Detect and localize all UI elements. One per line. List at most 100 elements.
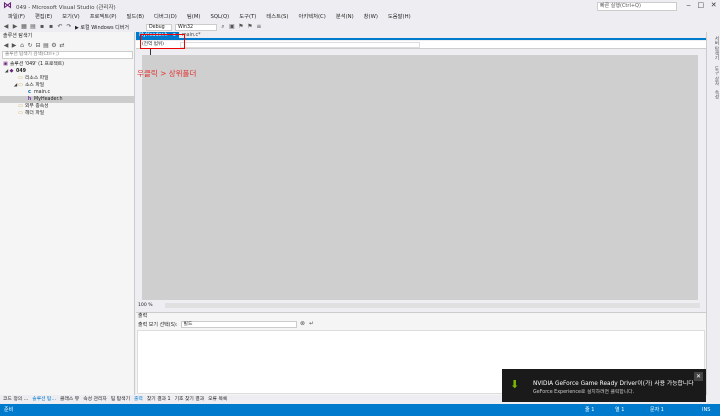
solution-explorer-panel: 솔루션 탐색기 ◀ ▶ ⌂ ↻ ⊟ ▤ ⚙ ⇄ 솔루션 탐색기 검색(Ctrl+… xyxy=(0,32,135,395)
right-tool-tabs: 서버 탐색기 도구 상자 속성 xyxy=(706,32,720,395)
menu-test[interactable]: 테스트(S) xyxy=(261,13,293,22)
folder-icon: ▭ xyxy=(18,82,23,88)
notification-title: NVIDIA GeForce Game Ready Driver이(가) 사용 … xyxy=(533,381,694,387)
forward-icon[interactable]: ▶ xyxy=(12,24,18,30)
horizontal-scrollbar[interactable] xyxy=(165,303,700,308)
configuration-select[interactable]: Debug xyxy=(145,23,172,31)
tab-find-symbol-results[interactable]: 기호 찾기 결과 xyxy=(175,396,205,404)
notification-close-button[interactable]: ✕ xyxy=(694,372,703,381)
menu-sql[interactable]: SQL(Q) xyxy=(205,13,234,22)
folder-icon: ▭ xyxy=(18,103,23,109)
properties-icon[interactable]: ⚙ xyxy=(51,42,57,49)
tool-icon[interactable]: ▣ xyxy=(229,24,235,30)
redo-icon[interactable]: ↷ xyxy=(66,24,72,30)
tree-item-source-files[interactable]: ◢ ▭ 소스 파일 xyxy=(0,82,134,89)
forward-icon[interactable]: ▶ xyxy=(11,42,17,49)
word-wrap-icon[interactable]: ↵ xyxy=(309,321,315,327)
tab-find-results[interactable]: 찾기 결과 1 xyxy=(147,396,171,404)
tree-item-header-files[interactable]: ▭ 헤더 파일 xyxy=(0,110,134,117)
solution-explorer-toolbar: ◀ ▶ ⌂ ↻ ⊟ ▤ ⚙ ⇄ xyxy=(0,41,135,50)
visual-studio-logo-icon: ⋈ xyxy=(3,1,12,11)
output-source-label: 출력 보기 선택(S): xyxy=(138,321,178,328)
save-icon[interactable]: ▪ xyxy=(39,24,45,30)
tree-item-solution[interactable]: ▣ 솔루션 '049' (1 프로젝트) xyxy=(0,61,134,68)
tab-solution-explorer[interactable]: 솔루션 탐... xyxy=(32,396,56,404)
project-icon: ◆ xyxy=(9,68,14,74)
insert-mode: INS xyxy=(702,407,711,413)
tab-team-explorer[interactable]: 팀 탐색기 xyxy=(111,396,130,404)
menu-tools[interactable]: 도구(T) xyxy=(234,13,261,22)
menu-team[interactable]: 팀(M) xyxy=(182,13,206,22)
save-all-icon[interactable]: ▪ xyxy=(48,24,54,30)
solution-icon: ▣ xyxy=(3,61,8,67)
highlight-box xyxy=(140,34,185,49)
back-icon[interactable]: ◀ xyxy=(3,42,9,49)
solution-search-input[interactable]: 솔루션 탐색기 검색(Ctrl+;) xyxy=(2,51,133,59)
menu-architecture[interactable]: 아키텍처(C) xyxy=(294,13,331,22)
member-select[interactable] xyxy=(180,42,420,48)
notification-subtitle: GeForce Experience로 설치하려면 클릭합니다. xyxy=(533,390,635,395)
open-file-icon[interactable]: ▤ xyxy=(30,24,36,30)
platform-select[interactable]: Win32 xyxy=(174,23,217,31)
tab-server-explorer[interactable]: 서버 탐색기 xyxy=(709,36,719,60)
tree-item-resource-files[interactable]: ▭ 리소스 파일 xyxy=(0,75,134,82)
sync-icon[interactable]: ⇄ xyxy=(59,42,65,49)
show-all-files-icon[interactable]: ▤ xyxy=(43,42,49,49)
tab-property-manager[interactable]: 속성 관리자 xyxy=(83,396,107,404)
line-number: 줄 1 xyxy=(585,407,595,413)
refresh-icon[interactable]: ↻ xyxy=(27,42,33,49)
menu-window[interactable]: 창(W) xyxy=(359,13,383,22)
tab-error-list[interactable]: 오류 목록 xyxy=(208,396,227,404)
tree-item-project[interactable]: ◢ ◆ 049 xyxy=(0,68,134,75)
find-icon[interactable]: ⌕ xyxy=(220,24,226,30)
tree-item-main-c[interactable]: c main.c xyxy=(0,89,134,96)
tab-class-view[interactable]: 클래스 뷰 xyxy=(60,396,79,404)
tab-output[interactable]: 출력 xyxy=(134,396,143,404)
comment-icon[interactable]: ≡ xyxy=(256,24,262,30)
code-editor[interactable] xyxy=(142,55,698,300)
undo-icon[interactable]: ↶ xyxy=(57,24,63,30)
maximize-button[interactable]: □ xyxy=(697,1,704,12)
menu-bar: 파일(F) 편집(E) 보기(V) 프로젝트(P) 빌드(B) 디버그(D) 팀… xyxy=(0,13,720,22)
output-source-select[interactable]: 빌드 xyxy=(180,320,297,328)
menu-analyze[interactable]: 분석(N) xyxy=(331,13,359,22)
column-number: 열 1 xyxy=(615,407,625,413)
menu-debug[interactable]: 디버그(D) xyxy=(149,13,182,22)
h-file-icon: h xyxy=(27,96,32,102)
close-button[interactable]: ✕ xyxy=(711,1,717,12)
menu-project[interactable]: 프로젝트(P) xyxy=(85,13,122,22)
menu-build[interactable]: 빌드(B) xyxy=(122,13,150,22)
menu-view[interactable]: 보기(V) xyxy=(57,13,85,22)
window-controls: ‒ □ ✕ xyxy=(683,1,720,12)
menu-file[interactable]: 파일(F) xyxy=(3,13,30,22)
home-icon[interactable]: ⌂ xyxy=(19,42,25,49)
start-debug-button[interactable]: ▶ 로컬 Windows 디버거 xyxy=(75,24,129,31)
status-bar: 준비 줄 1 열 1 문자 1 INS xyxy=(0,404,720,416)
tree-item-external-deps[interactable]: ▭ 외부 종속성 xyxy=(0,103,134,110)
driver-notification[interactable]: ⬇ NVIDIA GeForce Game Ready Driver이(가) 사… xyxy=(502,369,706,402)
back-icon[interactable]: ◀ xyxy=(3,24,9,30)
editor-tab-bar xyxy=(136,32,706,40)
clear-all-icon[interactable]: ⊗ xyxy=(300,321,306,327)
character-number: 문자 1 xyxy=(650,407,664,413)
download-arrow-icon: ⬇ xyxy=(510,378,520,391)
folder-icon: ▭ xyxy=(18,110,23,116)
tab-code-definition[interactable]: 코드 정의 ... xyxy=(3,396,28,404)
window-title: 049 - Microsoft Visual Studio (관리자) xyxy=(16,5,116,11)
quick-launch-input[interactable]: 빠른 실행(Ctrl+Q) xyxy=(597,2,677,11)
annotation-text: 우클릭 > 상위폴더 xyxy=(137,69,197,78)
bookmark-icon[interactable]: ⚑ xyxy=(238,24,244,30)
output-header: 출력 xyxy=(138,313,148,319)
tree-item-myheader-h[interactable]: h MyHeader.h xyxy=(0,96,134,103)
menu-help[interactable]: 도움말(H) xyxy=(383,13,416,22)
tab-toolbox[interactable]: 도구 상자 xyxy=(709,66,719,85)
status-text: 준비 xyxy=(4,407,14,413)
collapse-icon[interactable]: ⊟ xyxy=(35,42,41,49)
bookmark-next-icon[interactable]: ⚑ xyxy=(247,24,253,30)
minimize-button[interactable]: ‒ xyxy=(686,1,690,12)
folder-icon: ▭ xyxy=(18,75,23,81)
new-project-icon[interactable]: ▦ xyxy=(21,24,27,30)
menu-edit[interactable]: 편집(E) xyxy=(30,13,57,22)
tab-properties[interactable]: 속성 xyxy=(709,90,719,99)
vertical-scrollbar[interactable] xyxy=(698,49,706,299)
